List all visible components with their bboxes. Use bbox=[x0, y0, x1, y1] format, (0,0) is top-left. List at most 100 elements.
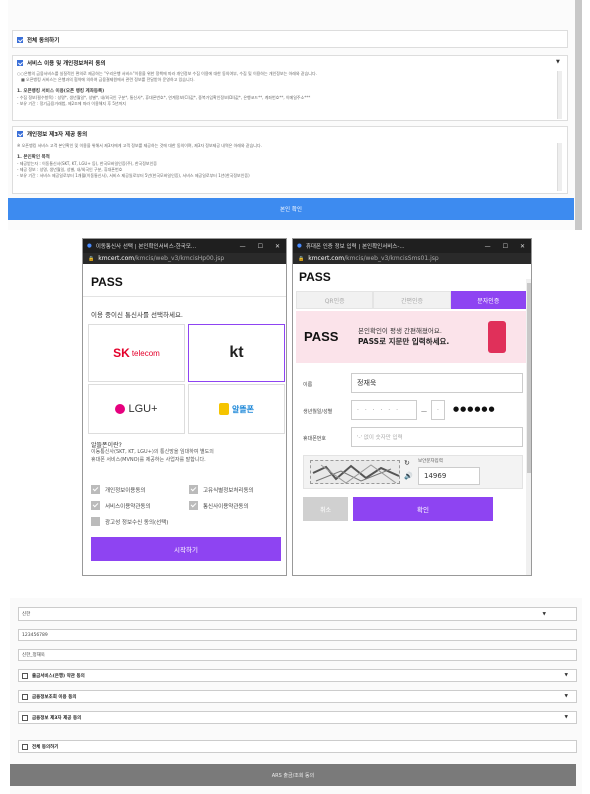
terms-label: 금융정보조회 이용 동의 bbox=[32, 694, 77, 700]
checkbox-checked-icon bbox=[189, 501, 198, 510]
account-input[interactable]: 123456789 bbox=[18, 629, 577, 641]
chevron-down-icon[interactable]: ▼ bbox=[565, 694, 568, 699]
checkbox-unchecked-icon bbox=[22, 672, 28, 679]
agree-label: 개인정보이용동의 bbox=[105, 487, 146, 494]
checkbox-unchecked-icon bbox=[22, 714, 28, 721]
name-input[interactable]: 정재욱 bbox=[351, 373, 523, 393]
section2-scrollbar[interactable] bbox=[557, 143, 562, 191]
tab-qr[interactable]: QR인증 bbox=[296, 291, 374, 309]
url-path: /kmcis/web_v3/kmcisSms01.jsp bbox=[344, 255, 439, 262]
banner-pass-logo: PASS bbox=[304, 329, 339, 344]
checkbox-unchecked-icon bbox=[91, 517, 100, 526]
url-bar[interactable]: 🔒 kmcert.com/kmcis/web_v3/kmcisHp00.jsp bbox=[83, 253, 286, 264]
gender-input[interactable]: · bbox=[431, 400, 445, 420]
url-host: kmcert.com bbox=[98, 255, 135, 262]
app-icon: ● bbox=[297, 243, 302, 249]
checkbox-checked-icon bbox=[17, 131, 23, 137]
scrollbar-thumb[interactable] bbox=[527, 283, 531, 473]
carrier-kt[interactable]: kt bbox=[188, 324, 285, 382]
agree-label: 서비스이용약관동의 bbox=[105, 503, 151, 510]
checkbox-checked-icon bbox=[189, 485, 198, 494]
identity-confirm-button[interactable]: 본인 확인 bbox=[8, 198, 574, 220]
section2-checkbox[interactable]: 개인정보 제3자 제공 동의 bbox=[17, 130, 87, 138]
captcha-label: 보안문자입력 bbox=[418, 459, 443, 464]
captcha-image bbox=[310, 460, 400, 484]
lock-icon: 🔒 bbox=[298, 255, 305, 262]
bank-value: 신한 bbox=[22, 612, 31, 617]
holder-input[interactable]: 신한_정재욱 bbox=[18, 649, 577, 661]
url-bar[interactable]: 🔒 kmcert.com/kmcis/web_v3/kmcisSms01.jsp bbox=[293, 253, 531, 264]
pass-logo: PASS bbox=[91, 275, 123, 289]
pass-logo: PASS bbox=[299, 270, 331, 284]
phone-illustration-icon bbox=[488, 321, 506, 353]
tab-sms[interactable]: 문자인증 bbox=[450, 291, 526, 309]
section1-scrollbar[interactable] bbox=[557, 71, 562, 119]
sms-auth-window: ● 휴대폰 인증 정보 입력 | 본인확인서비스-... — ☐ ✕ 🔒 kmc… bbox=[292, 238, 532, 576]
pass-banner[interactable]: PASS 본인확인이 평생 간편해졌어요. PASS로 지문만 입력하세요. bbox=[296, 311, 526, 363]
lock-icon: 🔒 bbox=[88, 255, 95, 262]
window-scrollbar[interactable] bbox=[526, 279, 531, 575]
minimize-icon[interactable]: — bbox=[240, 243, 246, 250]
minimize-icon[interactable]: — bbox=[485, 243, 491, 250]
divider bbox=[83, 296, 286, 297]
terms-row-withdraw[interactable]: 출금서비스(은행) 약관 동의 ▼ bbox=[18, 669, 577, 682]
agree-all-bottom[interactable]: 전체 동의하기 bbox=[18, 740, 577, 753]
captcha-input[interactable]: 14969 bbox=[418, 467, 480, 485]
section2-subtitle: 1. 본인확인 목적 bbox=[17, 155, 50, 160]
window-controls: — ☐ ✕ bbox=[240, 243, 286, 250]
agree-all-checkbox[interactable]: 전체 동의하기 bbox=[17, 36, 59, 44]
terms-row-third-party[interactable]: 금융정보 제3자 제공 동의 ▼ bbox=[18, 711, 577, 724]
cancel-button[interactable]: 취소 bbox=[303, 497, 348, 521]
lgu-logo: LGU+ bbox=[128, 403, 158, 415]
chevron-down-icon[interactable]: ▼ bbox=[565, 715, 568, 720]
phone-label: 휴대폰번호 bbox=[303, 436, 327, 442]
window-controls: — ☐ ✕ bbox=[485, 243, 531, 250]
agree-service-terms[interactable]: 서비스이용약관동의 bbox=[91, 501, 151, 510]
chevron-down-icon[interactable]: ▼ bbox=[565, 673, 568, 678]
carrier-lgu[interactable]: LGU+ bbox=[88, 384, 185, 434]
close-icon[interactable]: ✕ bbox=[275, 243, 280, 250]
kt-logo: kt bbox=[229, 344, 244, 361]
section1-title: 서비스 이용 및 개인정보처리 동의 bbox=[27, 61, 106, 67]
mvno-icon bbox=[218, 403, 229, 415]
agree-privacy[interactable]: 개인정보이용동의 bbox=[91, 485, 145, 494]
agree-carrier-terms[interactable]: 통신사이용약관동의 bbox=[189, 501, 249, 510]
audio-icon[interactable]: 🔊 bbox=[404, 472, 413, 480]
ars-consent-button[interactable]: ARS 출금/조회 동의 bbox=[10, 764, 576, 786]
checkbox-unchecked-icon bbox=[22, 693, 28, 700]
checkbox-unchecked-icon bbox=[22, 743, 28, 750]
start-button[interactable]: 시작하기 bbox=[91, 537, 281, 561]
url-path: /kmcis/web_v3/kmcisHp00.jsp bbox=[134, 255, 225, 262]
tab-simple[interactable]: 간편인증 bbox=[373, 291, 451, 309]
refresh-icon[interactable]: ↻ bbox=[404, 459, 410, 467]
bank-select[interactable]: 신한 ▼ bbox=[18, 607, 577, 621]
section2-text: ※ 오픈뱅킹 서비스 고객 본인확인 및 이용을 위해서 제3자에게 고객 정보… bbox=[17, 143, 547, 179]
chevron-down-icon: ▼ bbox=[542, 611, 546, 617]
birth-label: 생년월일/성별 bbox=[303, 409, 333, 415]
terms-label: 금융정보 제3자 제공 동의 bbox=[32, 715, 82, 721]
carrier-mvno[interactable]: 알뜰폰 bbox=[188, 384, 285, 434]
agree-label: 고유식별정보처리동의 bbox=[203, 487, 254, 494]
window-titlebar: ● 휴대폰 인증 정보 입력 | 본인확인서비스-... — ☐ ✕ bbox=[293, 239, 531, 253]
window-title: 이동통신사 선택 | 본인확인서비스-한국모... bbox=[95, 244, 197, 250]
maximize-icon[interactable]: ☐ bbox=[503, 243, 508, 250]
rrn-mask: ●●●●●● bbox=[453, 405, 496, 413]
carrier-skt[interactable]: SK telecom bbox=[88, 324, 185, 382]
carrier-select-window: ● 이동통신사 선택 | 본인확인서비스-한국모... — ☐ ✕ 🔒 kmce… bbox=[82, 238, 287, 576]
mvno-desc-line: 휴대폰 서비스(MVNO)를 제공하는 사업자를 말합니다. bbox=[91, 457, 206, 463]
section1-subtitle: 1. 오픈뱅킹 서비스 이용(오픈 뱅킹 계좌등록) bbox=[17, 89, 105, 94]
phone-input[interactable]: '-' 없이 숫자만 입력 bbox=[351, 427, 523, 447]
terms-label: 출금서비스(은행) 약관 동의 bbox=[32, 673, 85, 679]
agree-all-row[interactable] bbox=[12, 30, 568, 48]
ok-button[interactable]: 확인 bbox=[353, 497, 493, 521]
birth-input[interactable]: · · · · · · bbox=[351, 400, 417, 420]
dash-separator: — bbox=[421, 408, 427, 415]
maximize-icon[interactable]: ☐ bbox=[258, 243, 263, 250]
agree-unique-id[interactable]: 고유식별정보처리동의 bbox=[189, 485, 254, 494]
close-icon[interactable]: ✕ bbox=[520, 243, 525, 250]
agree-ads-optional[interactable]: 광고성 정보수신 동의(선택) bbox=[91, 517, 168, 526]
section1-checkbox[interactable]: 서비스 이용 및 개인정보처리 동의 bbox=[17, 59, 106, 67]
chevron-down-icon[interactable]: ▼ bbox=[556, 59, 560, 65]
terms-row-inquiry[interactable]: 금융정보조회 이용 동의 ▼ bbox=[18, 690, 577, 703]
app-icon: ● bbox=[87, 243, 92, 249]
